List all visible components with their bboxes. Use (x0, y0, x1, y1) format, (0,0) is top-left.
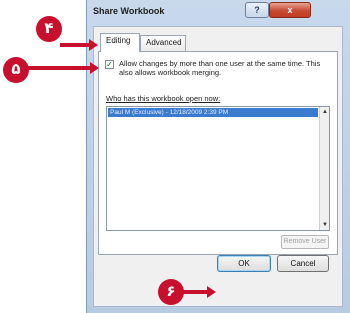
scroll-up-icon[interactable]: ▲ (321, 108, 329, 116)
close-icon: x (287, 5, 293, 15)
allow-changes-label[interactable]: Allow changes by more than one user at t… (119, 59, 333, 77)
tab-advanced[interactable]: Advanced (140, 35, 186, 51)
cancel-button[interactable]: Cancel (277, 255, 329, 272)
users-listbox[interactable]: Paul M (Exclusive) - 12/18/2009 2:39 PM … (106, 106, 330, 231)
list-item[interactable]: Paul M (Exclusive) - 12/18/2009 2:39 PM (108, 108, 318, 117)
title-bar[interactable]: Share Workbook ? x (87, 0, 350, 26)
callout-step-checkbox: ۵ (3, 57, 29, 83)
callout-arrow-tab (60, 39, 98, 51)
ok-button[interactable]: OK (217, 255, 271, 272)
callout-arrow-ok (182, 286, 216, 298)
remove-user-button[interactable]: Remove User (281, 235, 329, 249)
editing-panel: ✓ Allow changes by more than one user at… (98, 51, 338, 255)
listbox-scrollbar[interactable]: ▲ ▼ (319, 107, 329, 230)
dialog-title: Share Workbook (93, 6, 165, 16)
share-workbook-dialog: Share Workbook ? x Editing Advanced ✓ Al… (86, 0, 350, 313)
help-button[interactable]: ? (245, 2, 269, 18)
who-has-open-label: Who has this workbook open now: (106, 94, 221, 103)
allow-changes-checkbox[interactable]: ✓ (105, 60, 114, 69)
tab-editing[interactable]: Editing (100, 33, 140, 52)
close-button[interactable]: x (269, 2, 311, 18)
help-icon: ? (254, 5, 260, 15)
callout-arrow-checkbox (27, 62, 99, 74)
callout-step-tab: ۴ (36, 16, 62, 42)
callout-step-ok: ۶ (158, 279, 184, 305)
scroll-down-icon[interactable]: ▼ (321, 221, 329, 229)
